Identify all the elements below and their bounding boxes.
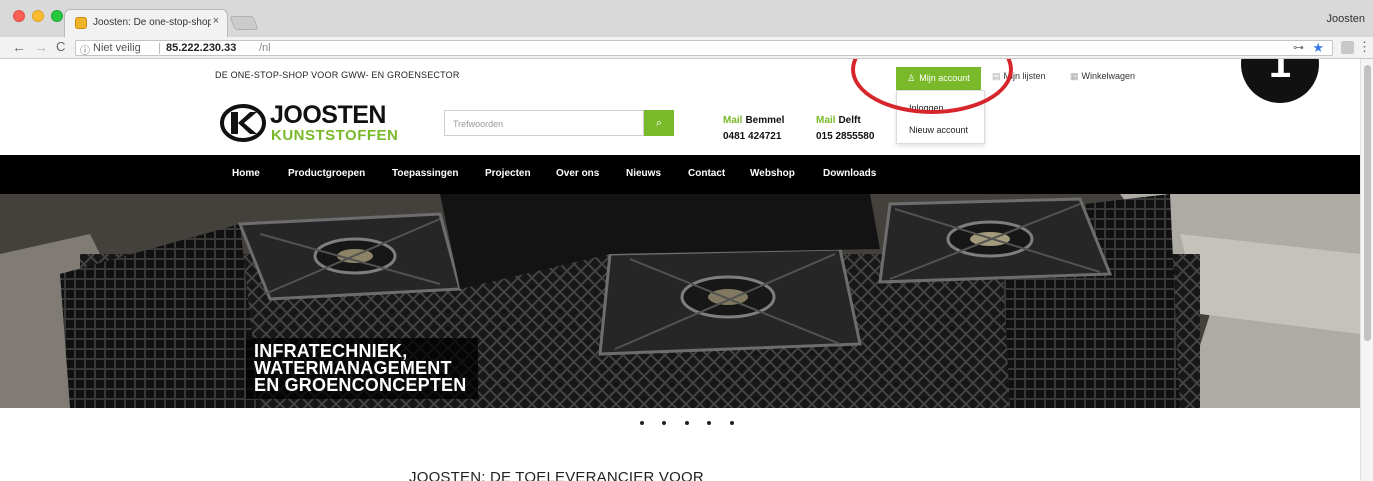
browser-toolbar: ← → C ⓘ Niet veilig 85.222.230.33 /nl ⊶ … (0, 37, 1373, 59)
security-label[interactable]: Niet veilig (93, 42, 141, 54)
contact-delft: Mail Delft 015 2855580 (816, 110, 874, 142)
nav-downloads[interactable]: Downloads (823, 168, 876, 179)
cart-label: Winkelwagen (1081, 71, 1136, 81)
contact-city: Bemmel (745, 115, 785, 126)
cart-link[interactable]: ▦ Winkelwagen (1070, 71, 1135, 82)
url-path: /nl (259, 42, 271, 54)
main-navigation: Home Productgroepen Toepassingen Project… (0, 155, 1360, 194)
url-host: 85.222.230.33 (166, 42, 237, 54)
nav-contact[interactable]: Contact (688, 168, 725, 179)
address-bar[interactable]: ⓘ Niet veilig 85.222.230.33 /nl ⊶ ★ (75, 40, 1333, 57)
slider-dot[interactable] (707, 421, 712, 425)
hero-image (0, 194, 1360, 408)
profile-name[interactable]: Joosten (1326, 13, 1365, 25)
nav-productgroepen[interactable]: Productgroepen (288, 168, 365, 179)
bookmark-star-icon[interactable]: ★ (1312, 40, 1324, 56)
hero-caption: INFRATECHNIEK, WATERMANAGEMENT EN GROENC… (246, 338, 479, 399)
highlight-circle (851, 59, 1013, 114)
nav-webshop[interactable]: Webshop (750, 168, 795, 179)
mail-link[interactable]: Mail (723, 115, 742, 126)
address-divider (159, 43, 160, 54)
new-account-menu-item[interactable]: Nieuw account (909, 125, 968, 135)
slider-dot[interactable] (640, 421, 644, 425)
page-scrollbar[interactable] (1360, 59, 1373, 481)
search-input[interactable]: Trefwoorden (444, 110, 644, 136)
favicon-icon (75, 17, 87, 29)
contact-phone[interactable]: 0481 424721 (723, 131, 784, 142)
search-button[interactable]: ⌕ (644, 110, 674, 136)
slider-dot[interactable] (729, 421, 734, 425)
slider-dots (640, 412, 748, 430)
site-tagline: DE ONE-STOP-SHOP VOOR GWW- EN GROENSECTO… (215, 70, 460, 80)
back-arrow-icon[interactable]: ← (12, 39, 26, 55)
slider-dot[interactable] (662, 421, 667, 425)
maximize-window-button[interactable] (51, 10, 63, 22)
contact-phone[interactable]: 015 2855580 (816, 131, 874, 142)
hero-slider[interactable]: INFRATECHNIEK, WATERMANAGEMENT EN GROENC… (0, 194, 1360, 408)
contact-bemmel: Mail Bemmel 0481 424721 (723, 110, 784, 142)
slider-dot[interactable] (684, 421, 689, 425)
menu-icon[interactable]: ⋮ (1358, 39, 1371, 55)
web-page: DE ONE-STOP-SHOP VOOR GWW- EN GROENSECTO… (0, 59, 1360, 481)
key-icon[interactable]: ⊶ (1293, 41, 1304, 54)
browser-titlebar: Joosten: De one-stop-shop vo × Joosten (0, 0, 1373, 37)
minimize-window-button[interactable] (32, 10, 44, 22)
step-badge: 1 (1241, 59, 1319, 103)
nav-nieuws[interactable]: Nieuws (626, 168, 661, 179)
logo-subtitle: KUNSTSTOFFEN (271, 127, 399, 144)
nav-toepassingen[interactable]: Toepassingen (392, 168, 459, 179)
close-window-button[interactable] (13, 10, 25, 22)
nav-projecten[interactable]: Projecten (485, 168, 531, 179)
mail-link[interactable]: Mail (816, 115, 835, 126)
section-heading: JOOSTEN: DE TOELEVERANCIER VOOR (409, 469, 704, 481)
nav-home[interactable]: Home (232, 168, 260, 179)
reload-icon[interactable]: C (56, 39, 65, 55)
logo-title[interactable]: JOOSTEN (270, 101, 386, 130)
joosten-logo-icon[interactable] (220, 104, 266, 142)
info-icon[interactable]: ⓘ (80, 42, 90, 57)
extension-icon[interactable] (1341, 41, 1354, 54)
tab-close-icon[interactable]: × (213, 15, 219, 27)
search-placeholder: Trefwoorden (453, 119, 504, 129)
search-icon: ⌕ (655, 117, 663, 129)
browser-tab[interactable]: Joosten: De one-stop-shop vo × (64, 9, 228, 37)
cart-icon: ▦ (1070, 71, 1079, 81)
hero-line: EN GROENCONCEPTEN (254, 375, 467, 395)
new-tab-button[interactable] (229, 16, 259, 30)
contact-city: Delft (838, 115, 861, 126)
nav-over-ons[interactable]: Over ons (556, 168, 599, 179)
forward-arrow-icon[interactable]: → (34, 39, 48, 55)
tab-title: Joosten: De one-stop-shop vo (93, 17, 211, 28)
scrollbar-thumb[interactable] (1364, 65, 1371, 341)
